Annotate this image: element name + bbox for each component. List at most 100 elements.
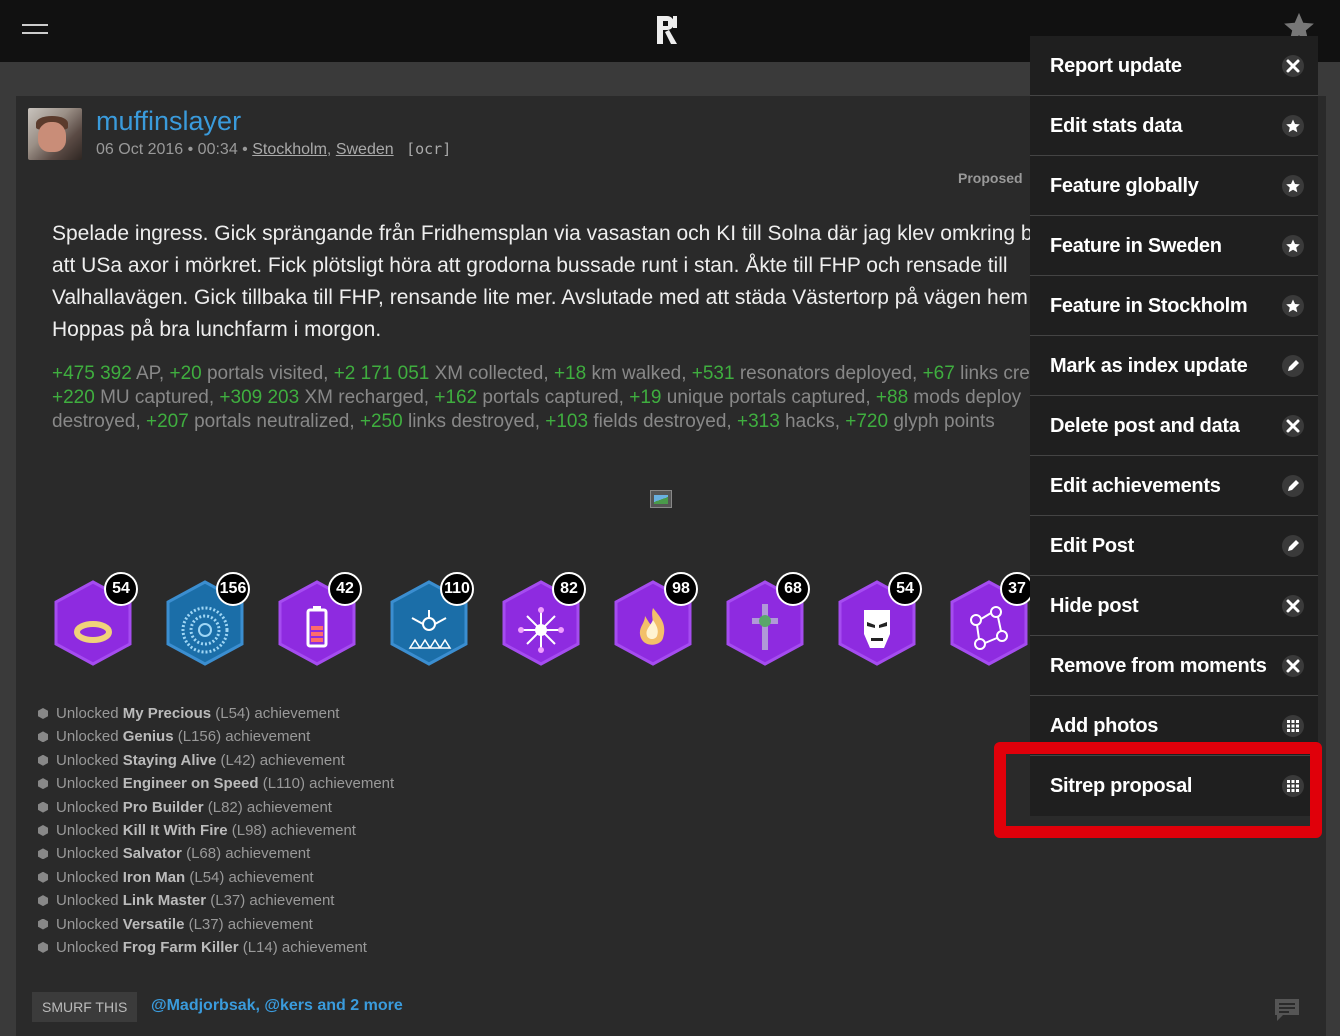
achievement-text: Unlocked [56,798,123,816]
post-meta: 06 Oct 2016 • 00:34 • Stockholm, Sweden … [96,140,452,158]
stat-value: +313 [736,411,780,432]
star-icon [1282,115,1304,137]
menu-item-hide-post[interactable]: Hide post [1030,576,1318,636]
menu-item-label: Feature in Stockholm [1050,295,1248,317]
smurfer-link[interactable]: @kers [264,997,313,1014]
menu-item-label: Remove from moments [1050,655,1267,677]
star-icon [1282,295,1304,317]
hexagon-bullet-icon [38,871,48,883]
achievement-text: (L110) achievement [258,775,395,793]
menu-item-label: Edit achievements [1050,475,1221,497]
stat-value: +250 [359,411,403,432]
badge-count: 156 [216,572,250,606]
achievement-text: (L82) achievement [203,798,332,816]
post-text-line: Spelade ingress. Gick sprängande från Fr… [52,222,1033,245]
achievement-text: Unlocked [56,728,123,746]
avatar[interactable] [28,108,82,160]
menu-item-label: Report update [1050,55,1182,77]
stat-label: XM recharged, [299,387,435,408]
smurfers: @Madjorbsak, @kers and 2 more [151,997,403,1014]
menu-item-sitrep-proposal[interactable]: Sitrep proposal [1030,756,1318,816]
country-link[interactable]: Sweden [336,141,394,158]
close-icon [1282,655,1304,677]
achievement-badge[interactable]: 37 [950,566,1034,666]
achievement-text: Unlocked [56,915,123,933]
achievement-badge[interactable]: 54 [838,566,922,666]
stat-label: XM collected, [429,363,554,384]
comment-icon[interactable] [1274,998,1300,1022]
menu-item-report-update[interactable]: Report update [1030,36,1318,96]
stat-label: MU captured, [94,387,220,408]
close-icon [1282,55,1304,77]
stat-label: links cre [954,363,1030,384]
achievement-badge[interactable]: 82 [502,566,586,666]
achievement-text: (L14) achievement [238,938,367,956]
menu-item-label: Add photos [1050,715,1159,737]
achievement-badge[interactable]: 42 [278,566,362,666]
achievement-badge[interactable]: 156 [166,566,250,666]
stat-value: +67 [922,363,955,384]
logo-icon[interactable] [655,12,681,46]
menu-item-edit-stats-data[interactable]: Edit stats data [1030,96,1318,156]
post-date: 06 Oct 2016 [96,141,184,158]
stat-label: mods deploy [908,387,1022,408]
achievement-text: (L37) achievement [206,892,335,910]
badge-count: 82 [552,572,586,606]
stat-label: portals visited, [201,363,334,384]
menu-item-remove-from-moments[interactable]: Remove from moments [1030,636,1318,696]
menu-item-label: Edit Post [1050,535,1134,557]
hexagon-bullet-icon [38,778,48,790]
pencil-icon [1282,355,1304,377]
hamburger-menu-icon[interactable] [22,20,48,40]
hexagon-bullet-icon [38,708,48,719]
hexagon-bullet-icon [38,848,48,860]
menu-item-edit-post[interactable]: Edit Post [1030,516,1318,576]
hexagon-bullet-icon [38,801,48,813]
more-smurfers-link[interactable]: and 2 more [313,997,402,1014]
stat-label: glyph points [888,411,995,432]
achievement-badge[interactable]: 98 [614,566,698,666]
achievement-badge[interactable]: 68 [726,566,810,666]
stat-label: hacks, [779,411,846,432]
menu-item-label: Delete post and data [1050,415,1240,437]
menu-item-feature-in-stockholm[interactable]: Feature in Stockholm [1030,276,1318,336]
badge-count: 54 [888,572,922,606]
badge-row: 54 156 42 110 82 98 68 54 37 [54,566,1034,676]
stat-value: +2 171 051 [333,363,430,384]
achievement-item: Unlocked Kill It With Fire (L98) achieve… [38,819,394,842]
achievement-badge[interactable]: 54 [54,566,138,666]
stat-label: unique portals captured, [661,387,876,408]
achievement-text: (L68) achievement [181,845,311,863]
smurfer-link[interactable]: @Madjorbsak [151,997,256,1014]
menu-item-feature-globally[interactable]: Feature globally [1030,156,1318,216]
stat-value: +103 [545,411,589,432]
grid-icon [1282,775,1304,797]
achievement-text: Versatile [122,915,185,933]
username-link[interactable]: muffinslayer [96,106,241,137]
menu-item-label: Feature in Sweden [1050,235,1222,257]
stat-value: +475 392 [52,363,132,384]
stat-value: +531 [691,363,735,384]
achievement-text: (L54) achievement [211,705,340,722]
menu-item-delete-post-and-data[interactable]: Delete post and data [1030,396,1318,456]
achievement-text: Salvator [122,845,182,863]
menu-item-edit-achievements[interactable]: Edit achievements [1030,456,1318,516]
stat-label: links destroyed, [402,411,546,432]
pencil-icon [1282,475,1304,497]
menu-item-add-photos[interactable]: Add photos [1030,696,1318,756]
achievement-list: Unlocked My Precious (L54) achievement Un… [38,702,394,959]
menu-item-feature-in-sweden[interactable]: Feature in Sweden [1030,216,1318,276]
achievement-text: Unlocked [56,868,123,886]
stats-summary: +475 392 AP, +20 portals visited, +2 171… [52,362,1042,434]
achievement-badge[interactable]: 110 [390,566,474,666]
close-icon [1282,415,1304,437]
stat-label: destroyed, [52,411,146,432]
stat-value: +18 [553,363,587,384]
menu-item-mark-as-index-update[interactable]: Mark as index update [1030,336,1318,396]
stat-value: +88 [875,387,909,408]
achievement-text: (L54) achievement [185,868,314,886]
smurf-this-button[interactable]: SMURF THIS [32,992,138,1022]
badge-count: 37 [1000,572,1034,606]
menu-item-label: Hide post [1050,595,1139,617]
city-link[interactable]: Stockholm [252,141,327,158]
